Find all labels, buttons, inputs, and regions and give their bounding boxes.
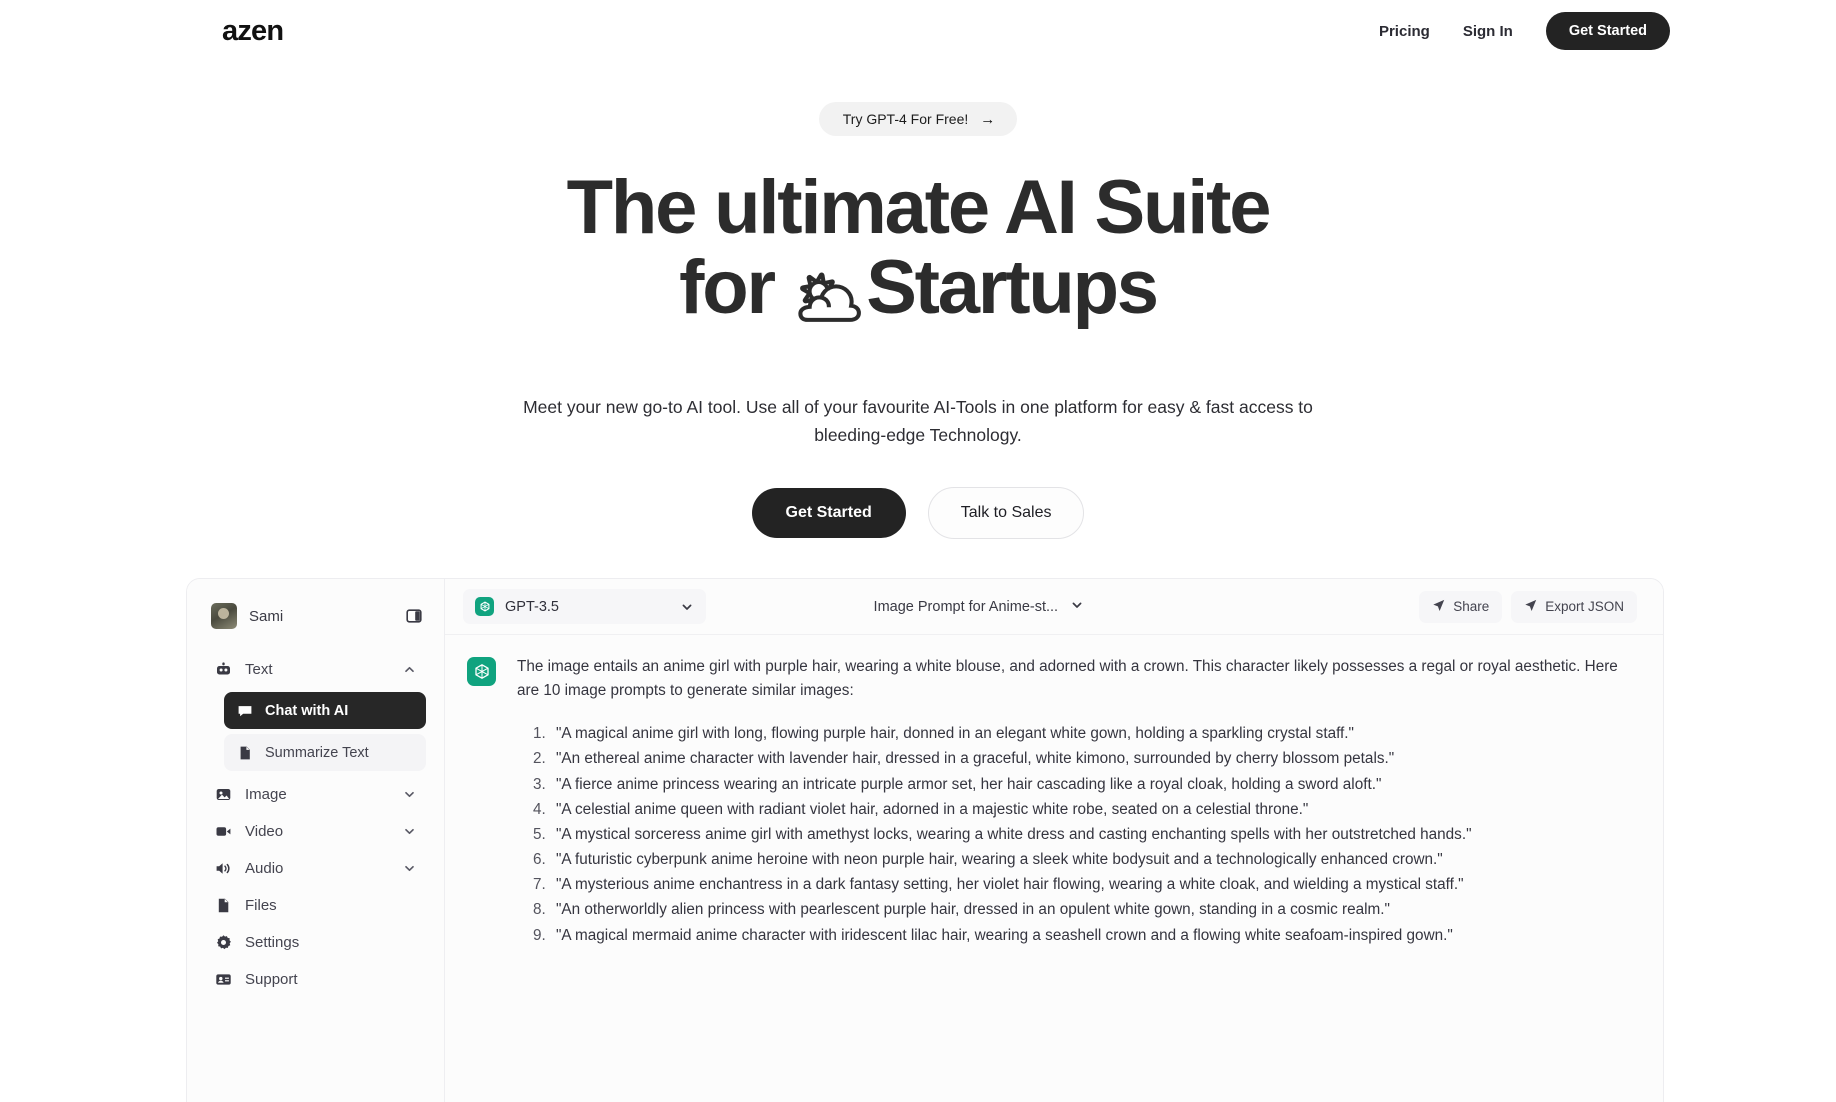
conversation-title[interactable]: Image Prompt for Anime-st... <box>874 598 1085 616</box>
arrow-right-icon: → <box>980 110 996 128</box>
share-icon <box>1524 599 1537 615</box>
headline-line-1: The ultimate AI Suite <box>566 165 1272 250</box>
list-item: "A mysterious anime enchantress in a dar… <box>550 873 1637 897</box>
chevron-down-icon <box>403 825 416 838</box>
list-item: "An ethereal anime character with lavend… <box>550 747 1637 771</box>
avatar <box>211 603 237 629</box>
chevron-down-icon <box>680 600 694 614</box>
sidebar-item-image-label: Image <box>245 786 287 803</box>
main-nav: Pricing Sign In Get Started <box>1379 12 1670 50</box>
promo-badge-label: Try GPT-4 For Free! <box>842 111 969 127</box>
sidebar-user-name: Sami <box>249 607 284 625</box>
sidebar-item-support-label: Support <box>245 971 298 988</box>
nav-link-sign-in[interactable]: Sign In <box>1463 23 1513 40</box>
list-item: "A magical mermaid anime character with … <box>550 924 1637 948</box>
sidebar-nav: Text Chat with AI Summarize Text Image V… <box>205 651 426 998</box>
talk-to-sales-button[interactable]: Talk to Sales <box>927 487 1085 540</box>
sidebar-user-row[interactable]: Sami <box>205 603 426 629</box>
share-icon <box>1432 599 1445 615</box>
text-bot-icon <box>215 661 232 678</box>
chat-bubble-icon <box>236 702 253 719</box>
sidebar-item-support[interactable]: Support <box>205 961 426 998</box>
list-item: "An otherworldly alien princess with pea… <box>550 898 1637 922</box>
share-button-label: Share <box>1453 599 1490 614</box>
sidebar-item-text-label: Text <box>245 661 273 678</box>
sidebar-item-chat-with-ai[interactable]: Chat with AI <box>224 692 426 729</box>
chevron-up-icon <box>403 663 416 676</box>
chevron-down-icon <box>403 788 416 801</box>
chat-pane: GPT-3.5 Image Prompt for Anime-st... Sha… <box>445 579 1663 1102</box>
assistant-message-intro: The image entails an anime girl with pur… <box>517 658 1618 700</box>
hero-subtitle: Meet your new go-to AI tool. Use all of … <box>523 396 1313 446</box>
gear-icon <box>215 934 232 951</box>
hero-cta-row: Get Started Talk to Sales <box>0 487 1836 540</box>
brand-logo[interactable]: azen <box>222 15 284 48</box>
sidebar-item-audio-label: Audio <box>245 860 284 877</box>
sidebar-item-files[interactable]: Files <box>205 887 426 924</box>
sidebar-text-children: Chat with AI Summarize Text <box>205 692 426 771</box>
image-icon <box>215 786 232 803</box>
sidebar-item-text[interactable]: Text <box>205 651 426 688</box>
speaker-icon <box>215 860 232 877</box>
list-item: "A mystical sorceress anime girl with am… <box>550 823 1637 847</box>
cloud-moon-icon: 🌥 <box>792 264 867 330</box>
sidebar-item-audio[interactable]: Audio <box>205 850 426 887</box>
promo-badge[interactable]: Try GPT-4 For Free! → <box>818 102 1018 136</box>
headline-line-2-prefix: for <box>679 244 793 330</box>
chat-toolbar: GPT-3.5 Image Prompt for Anime-st... Sha… <box>445 579 1663 635</box>
video-camera-icon <box>215 823 232 840</box>
chevron-down-icon <box>403 862 416 875</box>
panel-toggle-icon[interactable] <box>406 608 422 624</box>
conversation-title-label: Image Prompt for Anime-st... <box>873 598 1059 615</box>
landing-page: azen Pricing Sign In Get Started Try GPT… <box>0 0 1836 1102</box>
list-item: "A fierce anime princess wearing an intr… <box>550 773 1637 797</box>
export-json-button[interactable]: Export JSON <box>1511 590 1637 623</box>
sidebar-item-files-label: Files <box>245 897 277 914</box>
file-icon <box>215 897 232 914</box>
toolbar-actions: Share Export JSON <box>1419 590 1637 623</box>
sidebar-item-settings[interactable]: Settings <box>205 924 426 961</box>
chat-message-list[interactable]: The image entails an anime girl with pur… <box>445 635 1663 1102</box>
sidebar-item-video[interactable]: Video <box>205 813 426 850</box>
openai-icon <box>475 597 494 616</box>
site-header: azen Pricing Sign In Get Started <box>0 0 1836 62</box>
assistant-message-body: The image entails an anime girl with pur… <box>517 655 1637 949</box>
hero-get-started-button[interactable]: Get Started <box>751 488 906 539</box>
document-icon <box>236 744 253 761</box>
header-get-started-button[interactable]: Get Started <box>1545 12 1670 50</box>
model-selector[interactable]: GPT-3.5 <box>463 589 706 624</box>
sidebar-item-summarize-text-label: Summarize Text <box>265 744 369 761</box>
page-title: The ultimate AI Suite for 🌥Startups <box>0 168 1836 329</box>
sidebar-item-chat-with-ai-label: Chat with AI <box>265 702 349 719</box>
nav-link-pricing[interactable]: Pricing <box>1379 23 1430 40</box>
prompt-list: "A magical anime girl with long, flowing… <box>517 722 1637 947</box>
list-item: "A futuristic cyberpunk anime heroine wi… <box>550 848 1637 872</box>
sidebar-item-summarize-text[interactable]: Summarize Text <box>224 734 426 771</box>
sidebar-item-image[interactable]: Image <box>205 776 426 813</box>
assistant-avatar-icon <box>467 657 496 686</box>
headline-line-2: for 🌥Startups <box>0 244 1836 330</box>
assistant-message: The image entails an anime girl with pur… <box>467 655 1637 949</box>
export-json-button-label: Export JSON <box>1545 599 1624 614</box>
list-item: "A magical anime girl with long, flowing… <box>550 722 1637 746</box>
hero-section: Try GPT-4 For Free! → The ultimate AI Su… <box>0 62 1836 540</box>
list-item: "A celestial anime queen with radiant vi… <box>550 798 1637 822</box>
chevron-down-icon <box>1070 598 1084 616</box>
model-selector-value: GPT-3.5 <box>505 598 559 615</box>
sidebar-item-settings-label: Settings <box>245 934 300 951</box>
contact-card-icon <box>215 971 232 988</box>
headline-line-2-suffix: Startups <box>866 244 1159 330</box>
app-sidebar: Sami Text Chat with AI Summarize Text Im… <box>187 579 445 1102</box>
app-preview: Sami Text Chat with AI Summarize Text Im… <box>186 578 1664 1102</box>
sidebar-item-video-label: Video <box>245 823 284 840</box>
share-button[interactable]: Share <box>1419 590 1503 623</box>
